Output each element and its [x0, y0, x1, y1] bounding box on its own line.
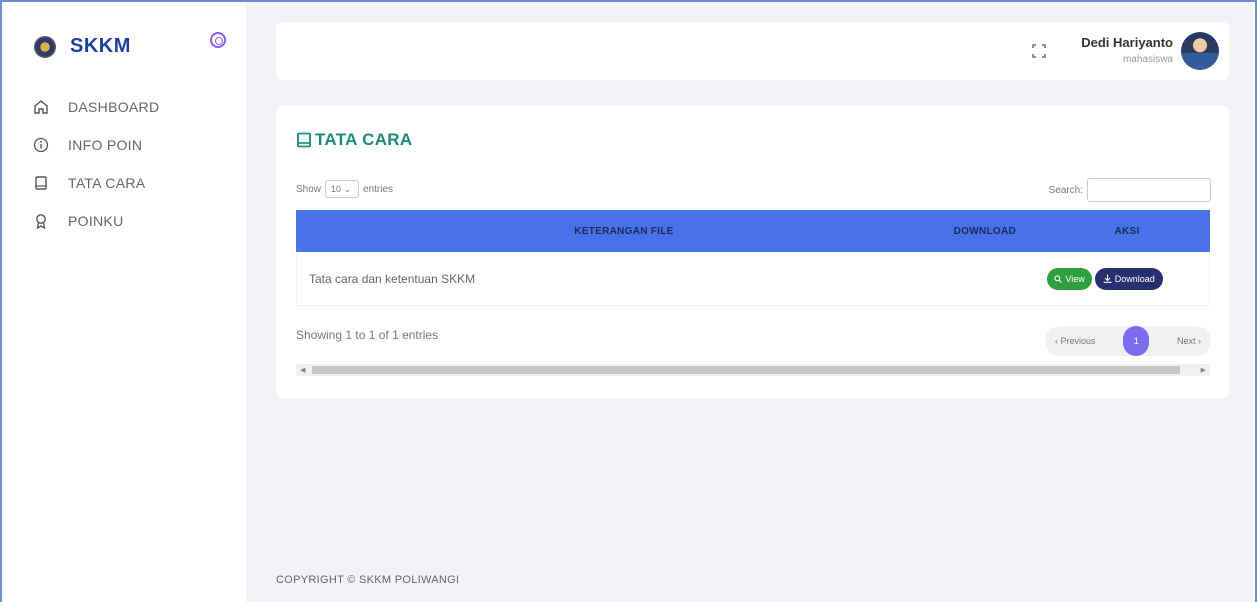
- scroll-right-icon[interactable]: ▶: [1201, 366, 1206, 374]
- home-icon: [32, 98, 50, 116]
- row-actions: View Download: [1043, 267, 1209, 290]
- user-name[interactable]: Dedi Hariyanto: [1081, 35, 1173, 50]
- scroll-left-icon[interactable]: ◀: [300, 366, 305, 374]
- brand-name: SKKM: [70, 35, 131, 57]
- sidebar: SKKM DASHBOARD INFO POIN TATA CARA POINK…: [2, 2, 246, 602]
- download-button-label: Download: [1114, 273, 1155, 284]
- view-button-label: View: [1065, 273, 1085, 284]
- download-button[interactable]: Download: [1094, 267, 1163, 290]
- topbar: Dedi Hariyanto mahasiswa: [276, 22, 1229, 80]
- sidebar-item-tata-cara[interactable]: TATA CARA: [32, 164, 159, 202]
- files-table: KETERANGAN FILE DOWNLOAD AKSI Tata cara …: [296, 210, 1210, 306]
- sidebar-item-label: INFO POIN: [68, 137, 143, 153]
- search-label: Search:: [1048, 184, 1083, 196]
- user-role: mahasiswa: [1122, 54, 1173, 65]
- logo-icon: [34, 35, 56, 58]
- entries-select-value: 10: [331, 184, 342, 194]
- sidebar-item-label: TATA CARA: [68, 175, 146, 191]
- file-description: Tata cara dan ketentuan SKKM: [309, 271, 476, 286]
- page-title: TATA CARA: [296, 130, 412, 150]
- sidebar-item-poinku[interactable]: POINKU: [32, 202, 159, 240]
- horizontal-scrollbar[interactable]: ◀ ▶: [296, 364, 1210, 376]
- tata-cara-card: TATA CARA Show 10 ⌄ entries Search: KETE…: [276, 106, 1229, 398]
- table-row: Tata cara dan ketentuan SKKM View Downlo…: [296, 252, 1210, 306]
- book-icon: [32, 174, 50, 192]
- table-info: Showing 1 to 1 of 1 entries: [296, 328, 439, 342]
- footer: COPYRIGHT © SKKM POLIWANGI: [276, 574, 460, 586]
- scrollbar-thumb[interactable]: [312, 366, 1180, 374]
- sidebar-toggle-icon[interactable]: [210, 32, 226, 48]
- award-icon: [32, 212, 50, 230]
- column-header-file[interactable]: KETERANGAN FILE: [296, 226, 896, 237]
- sidebar-item-label: DASHBOARD: [68, 99, 160, 115]
- chevron-down-icon: ⌄: [344, 184, 351, 194]
- avatar[interactable]: [1181, 32, 1219, 70]
- pagination: ‹ Previous 1 Next ›: [1045, 326, 1211, 356]
- previous-button[interactable]: ‹ Previous: [1055, 336, 1096, 346]
- page-button-current[interactable]: 1: [1123, 326, 1150, 356]
- column-header-download[interactable]: DOWNLOAD: [896, 226, 1044, 237]
- fullscreen-icon[interactable]: [1032, 44, 1046, 58]
- sidebar-item-info-poin[interactable]: INFO POIN: [32, 126, 159, 164]
- next-button[interactable]: Next ›: [1177, 336, 1201, 346]
- sidebar-item-dashboard[interactable]: DASHBOARD: [32, 88, 159, 126]
- sidebar-nav: DASHBOARD INFO POIN TATA CARA POINKU: [32, 88, 159, 240]
- book-icon: [296, 132, 312, 148]
- info-icon: [32, 136, 50, 154]
- table-header: KETERANGAN FILE DOWNLOAD AKSI: [296, 210, 1210, 252]
- page-title-text: TATA CARA: [315, 130, 413, 149]
- view-button[interactable]: View: [1047, 267, 1092, 290]
- search-input[interactable]: [1087, 178, 1211, 202]
- download-icon: [1103, 274, 1112, 283]
- column-header-aksi[interactable]: AKSI: [1044, 226, 1210, 237]
- brand[interactable]: SKKM: [34, 35, 131, 58]
- entries-length-control: Show 10 ⌄ entries: [296, 180, 393, 198]
- main-content: Dedi Hariyanto mahasiswa TATA CARA Show …: [246, 2, 1253, 602]
- entries-label: entries: [363, 183, 394, 195]
- entries-select[interactable]: 10 ⌄: [325, 180, 360, 198]
- show-label: Show: [296, 183, 322, 195]
- search-control: Search:: [1049, 178, 1211, 202]
- search-icon: [1054, 274, 1063, 283]
- sidebar-item-label: POINKU: [68, 213, 124, 229]
